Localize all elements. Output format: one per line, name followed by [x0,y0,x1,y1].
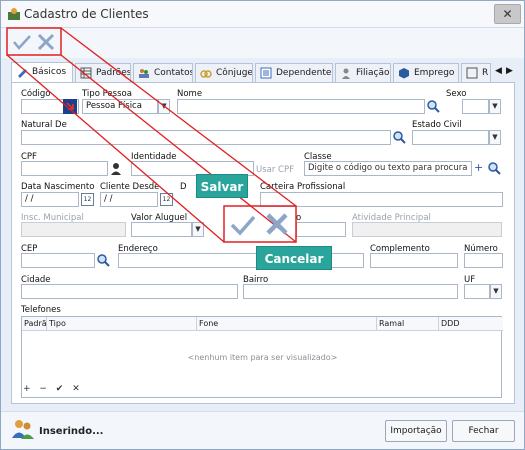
basicos-icon [18,69,27,78]
cidade-input[interactable] [21,284,238,299]
bairro-input[interactable] [243,284,458,299]
atividade-input [352,222,502,237]
usar-cpf-label: Usar CPF [256,165,295,175]
check-icon [230,215,256,236]
toolbar [1,28,524,58]
save-check-icon[interactable] [11,31,33,53]
column-header[interactable]: DDD [439,317,503,331]
grid-navigator[interactable]: + − ✔ ✕ [23,384,83,394]
estado-civil-select[interactable] [412,130,489,145]
users-icon [12,420,34,439]
sexo-dropdown-icon[interactable]: ▼ [489,99,501,114]
cpf-person-icon[interactable] [109,161,123,176]
tab-basicos[interactable]: Básicos [11,62,73,82]
classe-search-icon[interactable] [487,161,501,176]
nome-input[interactable] [177,99,425,114]
tab-strip: Básicos Padrões Contatos Cônjuge Depende… [11,62,515,82]
natural-label: Natural De [21,120,67,130]
numero-input[interactable] [464,253,503,268]
cube-icon [399,68,409,79]
column-header[interactable]: Padrã [22,317,47,331]
x-icon [266,213,288,235]
natural-input[interactable] [21,130,391,145]
tab-label: Contatos [154,68,193,78]
title-bar: Cadastro de Clientes ✕ [1,1,524,28]
tab-emprego[interactable]: Emprego [393,63,459,82]
cep-input[interactable] [21,253,95,268]
nome-search-icon[interactable] [426,99,440,114]
hidden-field-input[interactable] [296,222,346,237]
tab-label: Dependentes [276,68,333,78]
carteira-label: Carteira Profissional [260,182,346,192]
d-label: D [180,182,187,192]
status-text: Inserindo... [39,426,104,437]
tab-more[interactable]: R [461,63,491,82]
telefones-grid[interactable]: Padrã Tipo Fone Ramal DDD <nenhum item p… [21,316,503,398]
list-icon [260,67,272,79]
calendar-icon[interactable]: 12 [160,193,173,206]
tab-label: Básicos [32,67,67,77]
estado-civil-dropdown-icon[interactable]: ▼ [489,130,501,145]
tab-scroll-right-icon[interactable]: ▶ [506,66,513,76]
cpf-input[interactable] [21,161,108,176]
tab-padroes[interactable]: Padrões [75,63,131,82]
natural-search-icon[interactable] [392,130,406,145]
calendar-icon[interactable]: 12 [81,193,94,206]
empty-grid-message: <nenhum item para ser visualizado> [187,353,338,362]
nome-label: Nome [177,89,203,99]
grid-icon [466,67,478,79]
uf-select[interactable] [464,284,490,299]
tab-scroll-left-icon[interactable]: ◀ [495,66,502,76]
cliente-desde-label: Cliente Desde [100,182,160,192]
classe-input[interactable]: Digite o código ou texto para procura [304,161,472,176]
tab-label: Padrões [96,68,131,78]
sexo-label: Sexo [446,89,467,99]
uf-dropdown-icon[interactable]: ▼ [490,284,502,299]
tipo-pessoa-select[interactable]: Pessoa Física [82,99,158,114]
insc-input [21,222,126,237]
cep-search-icon[interactable] [96,253,110,268]
estado-civil-label: Estado Civil [412,120,462,130]
tab-contatos[interactable]: Contatos [133,63,193,82]
fechar-button[interactable]: Fechar [452,420,515,442]
data-nasc-input[interactable]: / / [21,192,79,207]
sexo-select[interactable] [462,99,489,114]
codigo-label: Código [21,89,51,99]
tipo-pessoa-dropdown-icon[interactable]: ▼ [158,99,170,114]
app-icon [8,8,20,20]
salvar-callout: Salvar [196,174,248,198]
window-title: Cadastro de Clientes [24,7,149,21]
contacts-icon [139,69,149,78]
grid-icon [80,67,92,79]
tab-filiacao[interactable]: Filiação [335,63,391,82]
cliente-desde-input[interactable]: / / [100,192,158,207]
importacao-button[interactable]: Importação [385,420,447,442]
telefones-label: Telefones [21,305,61,315]
column-header[interactable]: Ramal [377,317,439,331]
column-header[interactable]: Fone [197,317,377,331]
rings-icon [200,70,212,78]
cancel-x-icon[interactable] [35,31,57,53]
tipo-pessoa-label: Tipo Pessoa [82,89,132,99]
tab-label: Filiação [356,68,390,78]
close-button[interactable]: ✕ [494,4,521,24]
tab-dependentes[interactable]: Dependentes [255,63,333,82]
valor-aluguel-input[interactable] [131,222,192,237]
column-header[interactable]: Tipo [47,317,197,331]
valor-aluguel-dropdown-icon[interactable]: ▼ [192,222,204,237]
tab-label: Emprego [414,68,455,78]
carteira-input[interactable] [260,192,503,207]
classe-add-icon[interactable]: + [474,161,483,174]
codigo-lookup-icon[interactable] [63,99,77,114]
complemento-input[interactable] [370,253,458,268]
data-nasc-label: Data Nascimento [21,182,95,192]
tab-label: Cônjuge [216,68,253,78]
tab-conjuge[interactable]: Cônjuge [195,63,253,82]
cancelar-callout: Cancelar [256,246,332,270]
tab-label: R [482,68,489,78]
person-icon [342,68,350,79]
